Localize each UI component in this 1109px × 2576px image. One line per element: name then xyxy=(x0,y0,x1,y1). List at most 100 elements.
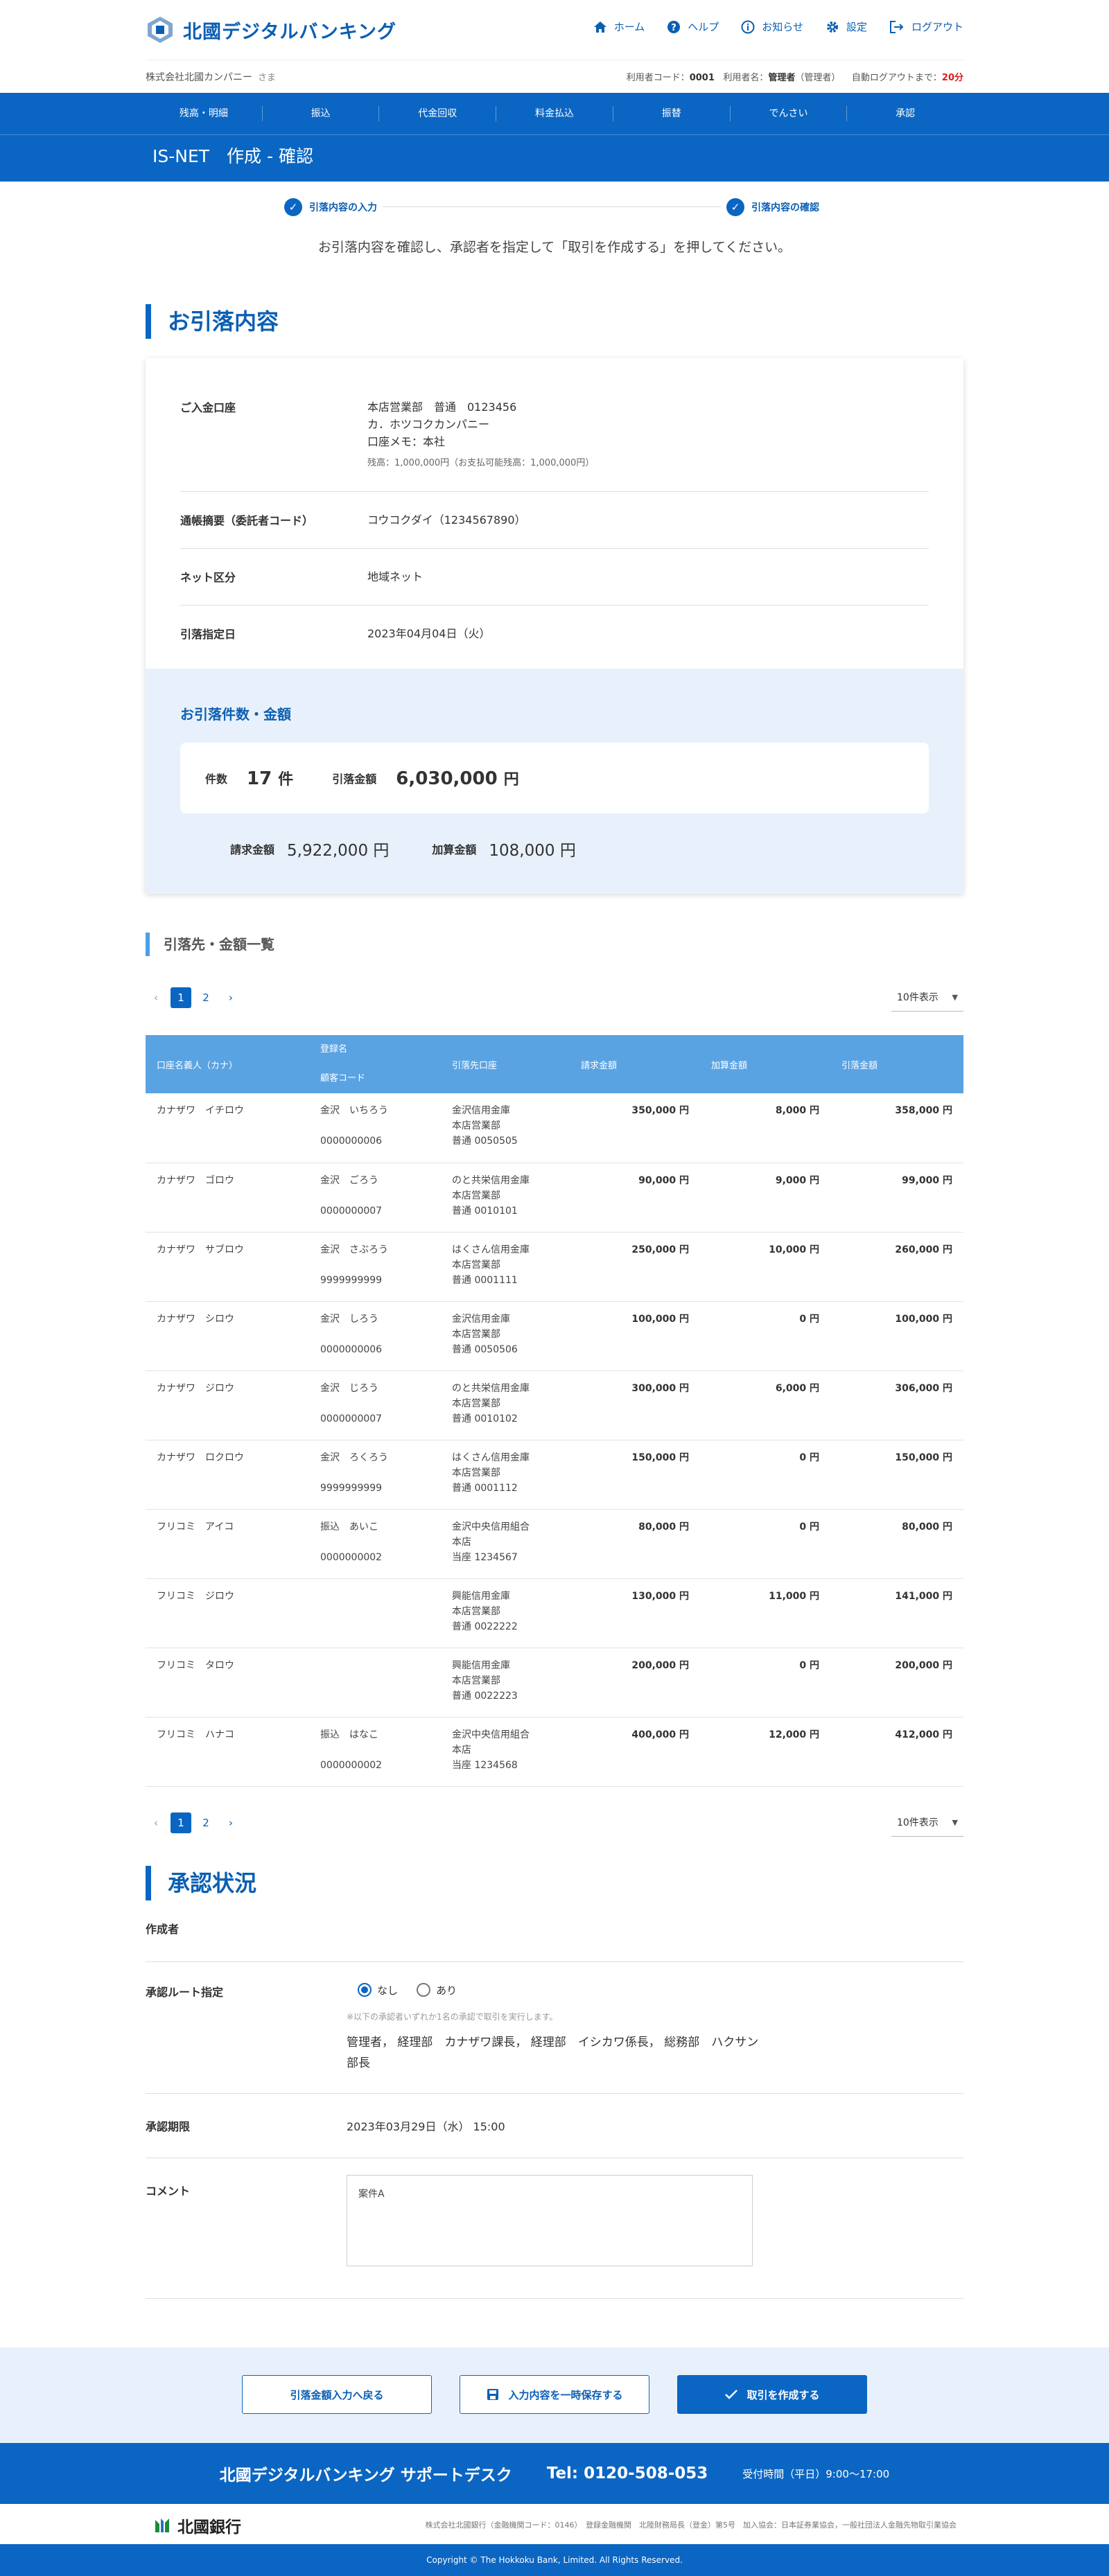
back-button[interactable]: 引落金額入力へ戻る xyxy=(242,2375,432,2414)
holder-cell: フリコミ ハナコ xyxy=(146,1717,309,1787)
per-page-select[interactable]: 10件表示 ▼ xyxy=(891,1809,963,1837)
summary-row: 通帳摘要（委託者コード） コウコクダイ（1234567890） xyxy=(180,492,929,549)
reg-cell: 振込 あいこ 0000000002 xyxy=(309,1509,441,1579)
page-1[interactable]: 1 xyxy=(171,1812,191,1833)
save-icon xyxy=(487,2389,499,2400)
billing-cell: 130,000 円 xyxy=(570,1578,700,1648)
holder-cell: カナザワ イチロウ xyxy=(146,1093,309,1163)
reg-cell: 金沢 じろう 0000000007 xyxy=(309,1370,441,1440)
page-2[interactable]: 2 xyxy=(195,1812,216,1833)
totals-panel: お引落件数・金額 件数 17 件 引落金額 6,030,000 円 請求金額 5… xyxy=(146,669,963,894)
table-row: カナザワ ジロウ 金沢 じろう 0000000007 のと共栄信用金庫 本店営業部 普通 … xyxy=(146,1370,963,1440)
billing-cell: 100,000 円 xyxy=(570,1301,700,1371)
gnav-furikae[interactable]: 振替 xyxy=(613,106,731,121)
create-transaction-button[interactable]: 取引を作成する xyxy=(677,2375,867,2414)
next-page-icon[interactable]: › xyxy=(220,1812,241,1833)
copyright: Copyright © The Hokkoku Bank, Limited. A… xyxy=(0,2544,1109,2576)
amount-cell: 260,000 円 xyxy=(830,1232,963,1302)
table-header: 口座名義人（カナ） 登録名 顧客コード 引落先口座 請求金額 加算金額 引落金額 xyxy=(146,1035,963,1093)
logo-text: 北國デジタルバンキング xyxy=(183,21,396,43)
page-2[interactable]: 2 xyxy=(195,987,216,1008)
holder-cell: フリコミ アイコ xyxy=(146,1509,309,1579)
fee-cell: 0 円 xyxy=(700,1440,830,1510)
sub-header: 株式会社北國カンパニー さま 利用者コード：0001 利用者名：管理者（管理者） … xyxy=(146,60,963,93)
fee-cell: 11,000 円 xyxy=(700,1578,830,1648)
amount-cell: 80,000 円 xyxy=(830,1509,963,1579)
footer-bank-logo: 北國銀行 xyxy=(152,2514,241,2537)
fee-cell: 10,000 円 xyxy=(700,1232,830,1302)
amount-cell: 200,000 円 xyxy=(830,1648,963,1718)
save-draft-button[interactable]: 入力内容を一時保存する xyxy=(460,2375,649,2414)
amount-cell: 99,000 円 xyxy=(830,1163,963,1233)
nav-info[interactable]: お知らせ xyxy=(741,19,803,34)
amount-cell: 141,000 円 xyxy=(830,1578,963,1648)
bank-cell: はくさん信用金庫 本店営業部 普通 0001112 xyxy=(441,1440,570,1510)
chevron-down-icon: ▼ xyxy=(952,1817,958,1827)
bank-cell: 金沢信用金庫 本店営業部 普通 0050505 xyxy=(441,1093,570,1163)
nav-settings[interactable]: 設定 xyxy=(826,19,867,34)
holder-cell: フリコミ ジロウ xyxy=(146,1578,309,1648)
gnav-transfer[interactable]: 振込 xyxy=(263,106,380,121)
reg-cell: 金沢 ろくろう 9999999999 xyxy=(309,1440,441,1510)
logo[interactable]: 北國デジタルバンキング xyxy=(146,15,396,44)
nav-help[interactable]: ? ヘルプ xyxy=(667,19,719,34)
bank-cell: 金沢中央信用組合 本店 当座 1234567 xyxy=(441,1509,570,1579)
nav-home[interactable]: ホーム xyxy=(593,19,645,34)
bank-cell: はくさん信用金庫 本店営業部 普通 0001111 xyxy=(441,1232,570,1302)
gnav-balance[interactable]: 残高・明細 xyxy=(146,106,263,121)
gear-icon xyxy=(826,21,838,33)
comment-textarea[interactable]: 案件A xyxy=(347,2175,753,2266)
support-desk: 北國デジタルバンキング サポートデスク Tel: 0120-508-053 受付… xyxy=(0,2443,1109,2504)
creator-row: 作成者 xyxy=(146,1917,963,1962)
amount-cell: 358,000 円 xyxy=(830,1093,963,1163)
radio-none[interactable]: なし xyxy=(358,1983,398,1997)
table-row: カナザワ ロクロウ 金沢 ろくろう 9999999999 はくさん信用金庫 本店営業部普… xyxy=(146,1440,963,1510)
support-tel[interactable]: Tel: 0120-508-053 xyxy=(547,2464,708,2482)
holder-cell: カナザワ シロウ xyxy=(146,1301,309,1371)
bank-cell: 金沢信用金庫 本店営業部 普通 0050506 xyxy=(441,1301,570,1371)
radio-selected-icon xyxy=(358,1983,372,1997)
next-page-icon[interactable]: › xyxy=(220,987,241,1008)
check-icon: ✓ xyxy=(284,198,302,216)
gnav-densai[interactable]: でんさい xyxy=(731,106,848,121)
amount-cell: 412,000 円 xyxy=(830,1717,963,1787)
prev-page-icon[interactable]: ‹ xyxy=(146,987,166,1008)
bank-cell: 金沢中央信用組合 本店 当座 1234568 xyxy=(441,1717,570,1787)
registration-text: 株式会社北國銀行（金融機関コード：0146） 登録金融機関 北陸財務局長（登金）… xyxy=(425,2521,957,2530)
nav-logout[interactable]: ログアウト xyxy=(889,19,963,34)
reg-cell: 金沢 さぶろう 9999999999 xyxy=(309,1232,441,1302)
fee-cell: 0 円 xyxy=(700,1301,830,1371)
gnav-collection[interactable]: 代金回収 xyxy=(379,106,497,121)
pagination-top: ‹ 1 2 › 10件表示 ▼ xyxy=(146,984,963,1012)
gnav-payment[interactable]: 料金払込 xyxy=(496,106,613,121)
bank-symbol-icon xyxy=(155,2518,169,2532)
prev-page-icon[interactable]: ‹ xyxy=(146,1812,166,1833)
step-confirm: ✓ 引落内容の確認 xyxy=(721,198,825,216)
table-row: カナザワ シロウ 金沢 しろう 0000000006 金沢信用金庫 本店営業部 普通 00… xyxy=(146,1301,963,1371)
radio-empty-icon xyxy=(417,1983,431,1997)
date-row: 引落指定日 2023年04月04日（火） xyxy=(180,627,491,641)
amount-cell: 100,000 円 xyxy=(830,1301,963,1371)
fee-cell: 0 円 xyxy=(700,1509,830,1579)
help-icon: ? xyxy=(667,20,681,33)
radio-yes[interactable]: あり xyxy=(417,1983,457,1997)
details-heading: お引落内容 xyxy=(146,304,963,339)
bank-cell: 興能信用金庫 本店営業部 普通 0022223 xyxy=(441,1648,570,1718)
holder-cell: フリコミ タロウ xyxy=(146,1648,309,1718)
bank-cell: のと共栄信用金庫 本店営業部 普通 0010102 xyxy=(441,1370,570,1440)
bank-cell: のと共栄信用金庫 本店営業部 普通 0010101 xyxy=(441,1163,570,1233)
route-row: 承認ルート指定 なし あり ※以下の承認者いずれか1名の承認で取引を実行します。… xyxy=(146,1962,963,2094)
fee-cell: 9,000 円 xyxy=(700,1163,830,1233)
per-page-select[interactable]: 10件表示 ▼ xyxy=(891,984,963,1012)
logout-icon xyxy=(889,20,904,33)
holder-cell: カナザワ サブロウ xyxy=(146,1232,309,1302)
amount-cell: 150,000 円 xyxy=(830,1440,963,1510)
gnav-approval[interactable]: 承認 xyxy=(847,106,963,121)
footer: 北國銀行 株式会社北國銀行（金融機関コード：0146） 登録金融機関 北陸財務局… xyxy=(146,2504,963,2544)
fee-total: 108,000 円 xyxy=(489,842,576,860)
step-input: ✓ 引落内容の入力 xyxy=(284,198,383,216)
page-1[interactable]: 1 xyxy=(171,987,191,1008)
reg-cell xyxy=(309,1648,441,1718)
billing-total: 5,922,000 円 xyxy=(287,842,390,860)
fee-cell: 12,000 円 xyxy=(700,1717,830,1787)
